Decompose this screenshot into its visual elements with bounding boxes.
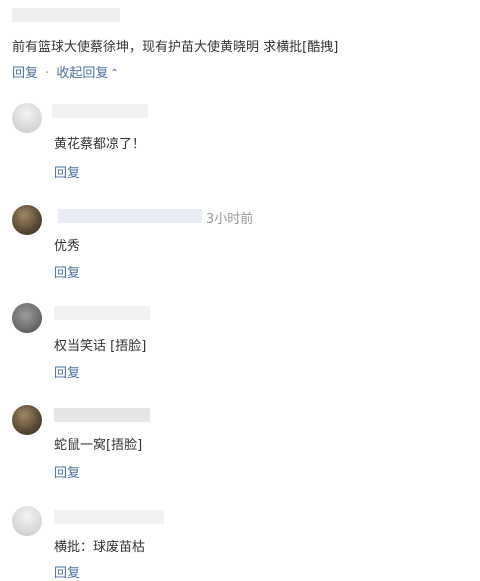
avatar (12, 405, 42, 435)
reply-button[interactable]: 回复 (54, 362, 80, 381)
reply-text: 优秀 (54, 239, 81, 254)
top-comment-actions: 回复 · 收起回复 ⌃ (12, 62, 119, 81)
reply-text: 权当笑话 [捂脸] (54, 339, 147, 354)
avatar (12, 205, 42, 235)
action-separator: · (45, 66, 50, 81)
chevron-up-icon: ⌃ (110, 68, 119, 79)
commenter-name-blurred (54, 510, 164, 524)
commenter-name-blurred (12, 8, 120, 22)
reply-timestamp: 3小时前 (206, 212, 254, 227)
commenter-name-blurred (54, 306, 150, 320)
collapse-replies-label: 收起回复 (56, 66, 109, 81)
reply-button[interactable]: 回复 (54, 562, 80, 581)
reply-button[interactable]: 回复 (54, 262, 80, 281)
reply-button[interactable]: 回复 (54, 462, 80, 481)
commenter-name-blurred (52, 104, 148, 118)
avatar (12, 506, 42, 536)
reply-text: 蛇鼠一窝[捂脸] (54, 438, 143, 453)
collapse-replies-button[interactable]: 收起回复 ⌃ (56, 66, 118, 81)
reply-button[interactable]: 回复 (54, 162, 80, 181)
avatar (12, 303, 42, 333)
reply-button[interactable]: 回复 (12, 66, 38, 81)
top-comment-text: 前有篮球大使蔡徐坤，现有护苗大使黄晓明 求横批[酷拽] (12, 40, 339, 55)
reply-text: 横批：球废苗枯 (54, 540, 146, 555)
commenter-name-blurred (54, 408, 150, 422)
commenter-name-blurred (58, 209, 202, 223)
avatar (12, 103, 42, 133)
reply-text: 黄花蔡都凉了！ (54, 137, 146, 152)
